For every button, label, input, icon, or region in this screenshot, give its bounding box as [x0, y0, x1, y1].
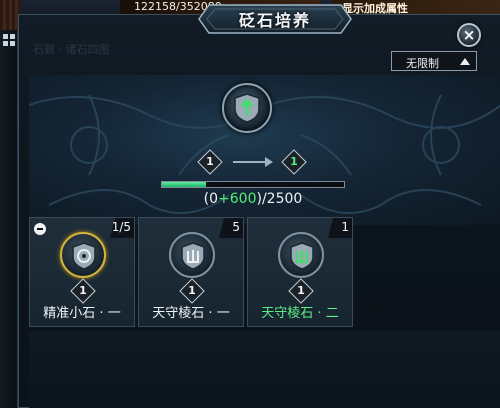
- progress-added-value: +600: [218, 191, 257, 207]
- main-stone-slot[interactable]: [222, 83, 272, 133]
- stone-name: 精准小石 · 一: [43, 306, 121, 321]
- fist-shield-icon: [181, 242, 205, 270]
- experience-progress-text: (0+600)/2500: [161, 191, 345, 207]
- background-hud-strip: [0, 0, 20, 30]
- close-button[interactable]: ×: [457, 23, 481, 47]
- close-icon: ×: [462, 26, 476, 44]
- arrow-shield-icon: [234, 93, 260, 123]
- stone-level: 1: [79, 284, 87, 297]
- stone-name: 天守棱石 · 二: [261, 306, 339, 321]
- stone-icon-slot: [169, 232, 215, 278]
- stone-level: 1: [188, 284, 196, 297]
- stone-level: 1: [297, 284, 305, 297]
- fist-shield-icon: [290, 242, 314, 270]
- progress-prefix: (0: [203, 191, 219, 207]
- target-shield-icon: [72, 242, 96, 270]
- stone-icon-slot: [278, 232, 324, 278]
- progress-suffix: )/2500: [256, 191, 303, 207]
- experience-progress-bar: [161, 181, 345, 188]
- stone-count: 1: [341, 220, 349, 234]
- filter-dropdown-value: 无限制: [406, 57, 439, 70]
- filter-dropdown[interactable]: 无限制: [391, 51, 477, 71]
- dialog-title-plate: 砭石培养: [195, 1, 355, 41]
- stone-name: 天守棱石 · 一: [152, 306, 230, 321]
- left-side-panel: [0, 30, 18, 408]
- next-level-number: 1: [290, 155, 298, 168]
- chevron-up-icon: [460, 58, 470, 65]
- stone-count: 5: [232, 220, 240, 234]
- stone-card[interactable]: 5 1 天守棱石 · 一: [138, 217, 244, 327]
- stone-count: 1/5: [111, 220, 131, 234]
- current-level-number: 1: [206, 155, 214, 168]
- stone-card[interactable]: 1 1 天守棱石 · 二: [247, 217, 353, 327]
- stone-icon-slot: [60, 232, 106, 278]
- dialog-title: 砭石培养: [238, 11, 311, 30]
- grid-menu-icon[interactable]: [3, 34, 15, 46]
- arrow-right-icon: [233, 157, 273, 167]
- empty-stone-area: [29, 331, 500, 408]
- remove-stone-button[interactable]: [34, 223, 46, 235]
- show-bonus-attributes-label[interactable]: 显示加成属性: [332, 0, 500, 15]
- faded-header-text: 石碧 · 诸石四图: [33, 43, 110, 56]
- stone-card[interactable]: 1/5 1 精准小石 · 一: [29, 217, 135, 327]
- stone-cultivation-dialog: 砭石培养 × 石碧 · 诸石四图 无限制 1 1 (0+600)/2500 1/…: [18, 4, 500, 408]
- experience-progress-fill: [162, 182, 206, 187]
